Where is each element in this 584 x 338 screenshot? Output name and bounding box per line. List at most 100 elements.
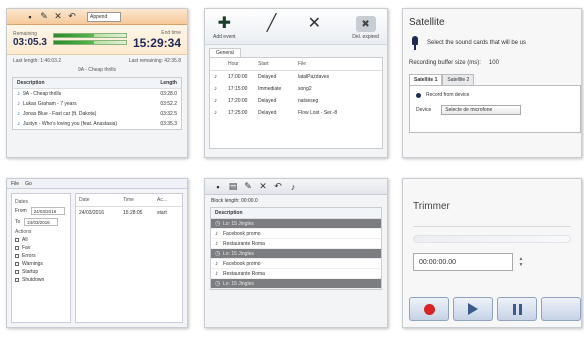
track-length: 03:35.3 [160,121,177,127]
undo-icon[interactable]: ↶ [273,181,283,192]
tab-general[interactable]: General [209,48,241,57]
transport-controls [409,297,581,321]
stop-button[interactable] [541,297,581,321]
edit-icon[interactable]: ✎ [243,181,253,192]
action-name: Startup [22,269,39,275]
checkbox[interactable] [15,246,19,250]
pause-button[interactable] [497,297,537,321]
event-icon: ♪ [214,74,217,80]
event-start: Delayed [258,98,277,104]
save-icon[interactable]: ▪ [25,12,35,22]
menu-go[interactable]: Go [25,181,32,187]
checkbox[interactable] [15,254,19,258]
mode-select[interactable]: Append [87,11,121,22]
checkbox[interactable] [15,270,19,274]
list-item[interactable]: ♪ Lukas Graham - 7 years 03:52.2 [13,99,181,109]
add-event-button[interactable]: ✚ Add event [213,16,236,41]
play-icon [468,303,478,315]
list-item[interactable]: ♪ Restaurante Roma [211,269,381,279]
event-file: natseseg [298,98,319,104]
record-from-device-label: Record from device [426,92,470,98]
satellite-title: Satellite [409,17,445,28]
table-row[interactable]: ♪ 17:25:00 Delayed Flow Lost - Ser.-8 [210,107,382,119]
tab-satellite-1[interactable]: Satellite 1 [409,74,443,85]
save-icon[interactable]: ▪ [213,182,223,192]
action-filter[interactable]: Shutdown [15,277,67,283]
table-row[interactable]: ♪ 17:00:00 Delayed latalPazdaves [210,71,382,83]
tab-satellite-2[interactable]: Satellite 2 [442,74,475,85]
list-item[interactable]: ◷ Lo: 15 Jingles [211,219,381,229]
action-filter[interactable]: Warnings [15,261,67,267]
trim-slider[interactable] [413,235,571,243]
close-icon[interactable]: ✕ [258,181,268,192]
play-button[interactable] [453,297,493,321]
satellite-instruction: Select the sound cards that will be us [427,40,527,46]
action-filter[interactable]: All [15,237,67,243]
device-select[interactable]: Selecte de microfone [441,105,522,115]
vu-meter-right [52,39,127,45]
buffer-size-field[interactable]: 100 [489,60,499,66]
action-filter[interactable]: Startup [15,269,67,275]
table-row[interactable]: ♪ 17:15:00 Immediate song2 [210,83,382,95]
trimmer-window: Trimmer 00:00:00.00 ▲ ▼ [402,178,582,328]
record-from-device-radio[interactable] [416,92,421,98]
list-item[interactable]: ◷ Lo: 15 Jingles [211,279,381,289]
list-item[interactable]: ◷ Lo: 15 Jingles [211,249,381,259]
table-row[interactable]: ♪ 17:20:00 Delayed natseseg [210,95,382,107]
time-spinner[interactable]: ▲ ▼ [517,253,525,271]
list-item[interactable]: ♪ 9A - Cheap thrills 03:28.0 [13,89,181,99]
to-label: To [15,219,21,225]
music-icon[interactable]: ♪ [288,182,298,192]
delete-expired-label: Del. expired [352,34,379,40]
delete-expired-icon: ✖ [355,16,376,32]
menu-file[interactable]: File [11,181,19,187]
satellite-window: Satellite Select the sound cards that wi… [402,8,582,158]
event-start: Delayed [258,110,277,116]
checkbox[interactable] [15,238,19,242]
table-row[interactable]: 24/03/2016 15:28:05 start [76,207,182,219]
list-item[interactable]: ♪ Justyn - Who's loving you (feat. Anast… [13,119,181,129]
close-icon[interactable]: ✕ [53,11,63,22]
music-note-icon: ♪ [215,240,218,247]
undo-icon[interactable]: ↶ [67,11,77,22]
checkbox[interactable] [15,262,19,266]
list-item[interactable]: ♪ Facebook promo [211,259,381,269]
log-time: 15:28:05 [123,210,143,216]
playlist-list: Description ◷ Lo: 15 Jingles ♪ Facebook pr… [210,207,382,290]
delete-expired-button[interactable]: ✖ Del. expired [352,16,379,40]
from-date-field[interactable]: 24/03/2016 [30,207,65,215]
playlist-toolbar: ▪ ▤ ✎ ✕ ↶ ♪ [205,179,387,195]
checkbox[interactable] [15,278,19,282]
device-label: Device [416,107,432,113]
track-name: Lukas Graham - 7 years [23,101,77,107]
col-file: File [298,61,307,67]
list-item[interactable]: ♪ Facebook promo [211,229,381,239]
action-filter[interactable]: Errors [15,253,67,259]
events-window: ✚ Add event ╱ ✕ ✖ Del. expired General H… [204,8,388,158]
list-item[interactable]: ♪ Jonas Blue - Fast car (ft. Dakota) 03:… [13,109,181,119]
action-name: Warnings [22,261,43,267]
item-name: Lo: 15 Jingles [223,280,254,287]
trimmer-title: Trimmer [413,201,450,212]
col-description: Description [17,80,45,86]
action-filter[interactable]: Fav [15,245,67,251]
track-name: 9A - Cheap thrills [23,91,62,97]
col-length: Length [160,80,177,86]
open-icon[interactable]: ▤ [228,181,238,192]
event-hour: 17:20:00 [228,98,248,104]
events-table: Hour Start File ♪ 17:00:00 Delayed latal… [209,57,383,149]
delete-event-button[interactable]: ✕ [308,16,321,40]
now-playing: 9A - Cheap thrills [77,67,117,73]
event-file: song2 [298,86,312,92]
edit-icon[interactable]: ✎ [39,11,49,22]
menu-bar: File Go [7,179,187,189]
col-hour: Hour [228,61,239,67]
edit-event-button[interactable]: ╱ [267,16,277,40]
pause-icon [512,303,522,315]
list-item[interactable]: ♪ Restaurante Roma [211,239,381,249]
record-button[interactable] [409,297,449,321]
to-date-field[interactable]: 24/03/2016 [24,218,59,226]
action-name: Errors [22,253,36,259]
spin-down-icon[interactable]: ▼ [519,262,524,268]
time-field[interactable]: 00:00:00.00 [413,253,513,271]
